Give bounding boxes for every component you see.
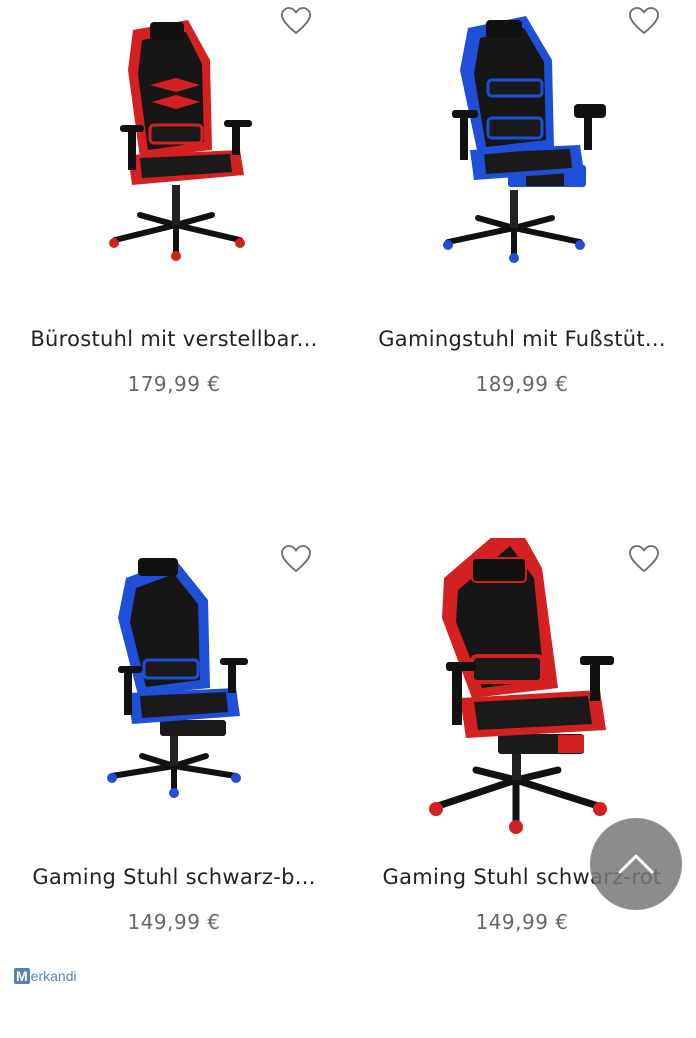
product-price: 149,99 € [127,910,221,934]
scroll-to-top-button[interactable] [590,818,682,910]
product-card[interactable]: Bürostuhl mit verstellbar... 179,99 € [0,0,348,500]
product-price: 189,99 € [475,372,569,396]
favorite-heart-icon[interactable] [628,6,660,36]
product-card[interactable]: Gaming Stuhl schwarz-b... 149,99 € [0,538,348,1038]
product-title[interactable]: Gamingstuhl mit Fußstüt... [366,327,678,351]
product-title[interactable]: Bürostuhl mit verstellbar... [18,327,330,351]
watermark-text: erkandi [30,968,77,984]
product-image[interactable] [348,0,696,300]
product-image[interactable] [0,538,348,838]
product-card[interactable]: Gamingstuhl mit Fußstüt... 189,99 € [348,0,696,500]
favorite-heart-icon[interactable] [628,544,660,574]
product-image[interactable] [348,518,696,838]
product-price: 149,99 € [475,910,569,934]
product-card[interactable]: Gaming Stuhl schwarz-rot 149,99 € [348,518,696,1038]
product-price: 179,99 € [127,372,221,396]
merkandi-watermark-logo: Merkandi [14,968,77,984]
chevron-up-icon [618,854,654,874]
favorite-heart-icon[interactable] [280,6,312,36]
product-title[interactable]: Gaming Stuhl schwarz-b... [18,865,330,889]
favorite-heart-icon[interactable] [280,544,312,574]
product-image[interactable] [0,0,348,300]
